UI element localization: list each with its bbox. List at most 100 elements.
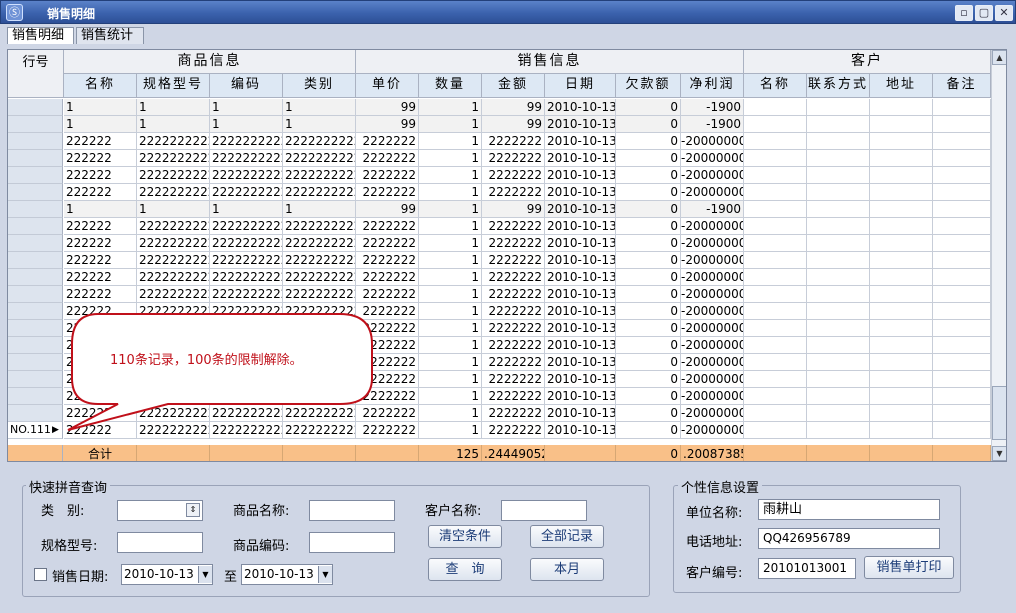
table-cell[interactable]: -20000000 [681,167,744,184]
table-cell[interactable] [933,371,991,388]
table-cell[interactable] [807,303,870,320]
table-cell[interactable]: 2222222 [482,388,545,405]
table-cell[interactable]: 1 [137,201,210,218]
table-cell[interactable]: 2222222 [482,150,545,167]
table-cell[interactable]: 2222222222 [210,150,283,167]
table-cell[interactable]: 2222222 [482,320,545,337]
row-header[interactable] [8,99,63,116]
table-cell[interactable] [744,405,807,422]
table-cell[interactable]: 1 [210,116,283,133]
table-cell[interactable]: 0 [616,371,681,388]
table-cell[interactable] [933,201,991,218]
table-cell[interactable]: 2010-10-13 [545,320,616,337]
row-header[interactable] [8,167,63,184]
table-cell[interactable]: 1 [64,201,137,218]
table-cell[interactable]: 1 [419,252,482,269]
table-cell[interactable] [744,99,807,116]
table-cell[interactable]: 1 [419,116,482,133]
table-cell[interactable]: 99 [482,99,545,116]
table-cell[interactable]: 1 [419,99,482,116]
table-cell[interactable]: 0 [616,354,681,371]
table-cell[interactable] [744,354,807,371]
table-cell[interactable]: 2010-10-13 [545,405,616,422]
table-cell[interactable]: 2222222222 [210,218,283,235]
table-cell[interactable]: 1 [419,184,482,201]
product-code-input[interactable] [309,532,395,553]
table-cell[interactable]: 2010-10-13 [545,218,616,235]
table-cell[interactable]: 2222222222 [283,286,356,303]
table-cell[interactable]: 222222 [64,184,137,201]
table-cell[interactable] [933,150,991,167]
table-cell[interactable] [744,252,807,269]
table-cell[interactable]: 2222222222 [283,218,356,235]
table-cell[interactable]: 1 [419,320,482,337]
table-cell[interactable]: 2010-10-13 [545,286,616,303]
table-cell[interactable]: -20000000 [681,235,744,252]
table-cell[interactable]: 2222222222 [137,286,210,303]
table-cell[interactable]: 1 [419,286,482,303]
table-cell[interactable]: -1900 [681,201,744,218]
column-header-4[interactable]: 类别 [283,74,356,98]
table-cell[interactable]: 1 [210,201,283,218]
table-cell[interactable]: 99 [482,116,545,133]
table-cell[interactable]: 2222222 [482,184,545,201]
table-cell[interactable] [870,354,933,371]
row-header[interactable] [8,405,63,422]
table-cell[interactable] [870,167,933,184]
table-cell[interactable] [870,133,933,150]
table-cell[interactable] [807,201,870,218]
table-cell[interactable]: 2222222222 [210,133,283,150]
row-header[interactable] [8,133,63,150]
table-cell[interactable]: 222222 [64,252,137,269]
table-cell[interactable]: 2222222222 [283,133,356,150]
table-cell[interactable] [744,422,807,439]
table-cell[interactable]: 222222 [64,286,137,303]
table-cell[interactable]: 2222222 [482,337,545,354]
product-name-input[interactable] [309,500,395,521]
spec-input[interactable] [117,532,203,553]
phone-input[interactable]: QQ426956789 [758,528,940,549]
table-cell[interactable]: -20000000 [681,303,744,320]
table-cell[interactable]: 2222222222 [210,269,283,286]
table-cell[interactable] [933,405,991,422]
vertical-scrollbar[interactable]: ▲ ▼ [991,50,1006,461]
table-cell[interactable] [807,116,870,133]
table-cell[interactable]: 1 [137,116,210,133]
table-cell[interactable]: 222222 [64,133,137,150]
table-cell[interactable] [870,337,933,354]
table-cell[interactable]: -20000000 [681,150,744,167]
table-cell[interactable]: -20000000 [681,218,744,235]
row-header[interactable] [8,201,63,218]
row-header[interactable] [8,269,63,286]
column-header-7[interactable]: 金额 [482,74,545,98]
table-cell[interactable] [744,201,807,218]
table-cell[interactable] [807,269,870,286]
table-cell[interactable]: 0 [616,150,681,167]
table-cell[interactable]: 1 [419,354,482,371]
table-cell[interactable] [744,388,807,405]
table-cell[interactable] [870,303,933,320]
table-cell[interactable]: 2010-10-13 [545,99,616,116]
row-header[interactable] [8,354,63,371]
tab-sales-detail[interactable]: 销售明细 [7,27,74,44]
table-cell[interactable]: 2010-10-13 [545,354,616,371]
table-cell[interactable]: 2222222 [482,133,545,150]
table-cell[interactable] [807,422,870,439]
table-cell[interactable]: 2222222222 [283,235,356,252]
table-cell[interactable]: 2222222 [482,269,545,286]
table-cell[interactable]: -20000000 [681,337,744,354]
row-header[interactable] [8,320,63,337]
table-cell[interactable]: -1900 [681,99,744,116]
table-cell[interactable]: -20000000 [681,133,744,150]
table-cell[interactable]: 2222222222 [210,252,283,269]
table-cell[interactable] [744,235,807,252]
sales-date-checkbox[interactable] [34,568,47,581]
table-cell[interactable] [807,405,870,422]
table-cell[interactable]: 1 [419,269,482,286]
date-to-dropdown-icon[interactable]: ▼ [318,566,332,583]
table-cell[interactable] [744,150,807,167]
row-header[interactable] [8,116,63,133]
table-cell[interactable]: 1 [419,337,482,354]
column-header-11[interactable]: 名称 [744,74,807,98]
table-cell[interactable]: 0 [616,235,681,252]
